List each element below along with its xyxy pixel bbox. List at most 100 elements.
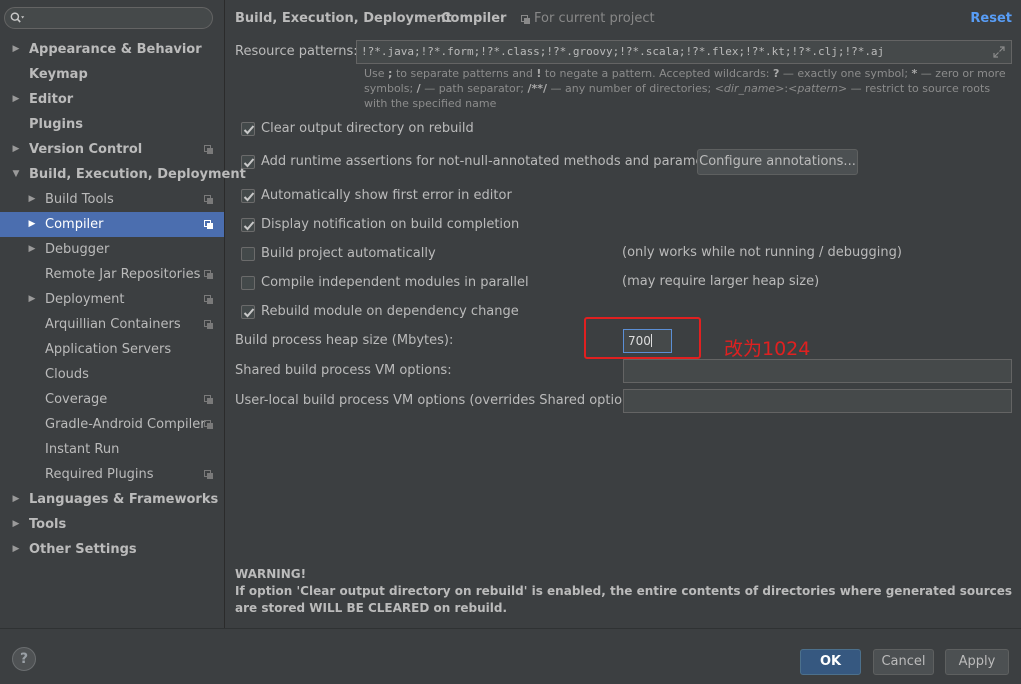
show-first-error-checkbox[interactable]: [241, 189, 255, 203]
breadcrumb-section: Build, Execution, Deployment: [235, 11, 452, 26]
sidebar-item-gradle-android-compiler[interactable]: Gradle-Android Compiler: [0, 412, 224, 437]
warning-message: WARNING! If option 'Clear output directo…: [235, 566, 1015, 617]
sidebar-item-languages-frameworks[interactable]: ▶ Languages & Frameworks: [0, 487, 224, 512]
chevron-right-icon[interactable]: ▶: [26, 237, 38, 262]
configure-annotations-button[interactable]: Configure annotations...: [697, 149, 858, 175]
sidebar-item-instant-run[interactable]: Instant Run: [0, 437, 224, 462]
search-icon: [10, 12, 25, 23]
breadcrumb: Build, Execution, Deployment › Compiler …: [235, 9, 1021, 29]
checkmark-icon: [243, 192, 255, 202]
project-icon: [204, 470, 213, 479]
sidebar-item-label: Application Servers: [45, 342, 172, 357]
sidebar-item-label: Instant Run: [45, 442, 120, 457]
sidebar-item-deployment[interactable]: ▶ Deployment: [0, 287, 224, 312]
sidebar-item-label: Appearance & Behavior: [29, 42, 202, 57]
chevron-right-icon[interactable]: ▶: [10, 137, 22, 162]
sidebar-item-keymap[interactable]: Keymap: [0, 62, 224, 87]
sidebar-item-other-settings[interactable]: ▶ Other Settings: [0, 537, 224, 562]
sidebar-item-label: Languages & Frameworks: [29, 492, 219, 507]
shared-vm-input[interactable]: [623, 359, 1012, 383]
annotation-highlight-box: [584, 317, 701, 359]
sidebar-item-editor[interactable]: ▶ Editor: [0, 87, 224, 112]
settings-tree: ▶ Appearance & Behavior Keymap ▶ Editor Plugi…: [0, 37, 246, 562]
project-icon: [204, 195, 213, 204]
chevron-right-icon[interactable]: ▶: [26, 287, 38, 312]
sidebar-item-compiler[interactable]: ▶ Compiler: [0, 212, 224, 237]
search-input[interactable]: [4, 7, 213, 29]
local-vm-input[interactable]: [623, 389, 1012, 413]
sidebar-item-required-plugins[interactable]: Required Plugins: [0, 462, 224, 487]
show-first-error-label: Automatically show first error in editor: [261, 188, 512, 203]
sidebar-item-label: Editor: [29, 92, 74, 107]
chevron-down-icon[interactable]: ▼: [10, 162, 22, 187]
sidebar-item-version-control[interactable]: ▶ Version Control: [0, 137, 224, 162]
sidebar-item-appearance-behavior[interactable]: ▶ Appearance & Behavior: [0, 37, 224, 62]
warning-body: If option 'Clear output directory on reb…: [235, 584, 1013, 615]
checkmark-icon: [243, 308, 255, 318]
ok-button[interactable]: OK: [800, 649, 861, 675]
project-icon: [521, 15, 530, 24]
cancel-button[interactable]: Cancel: [873, 649, 934, 675]
runtime-assertions-checkbox[interactable]: [241, 155, 255, 169]
chevron-right-icon[interactable]: ▶: [26, 212, 38, 237]
sidebar-item-application-servers[interactable]: Application Servers: [0, 337, 224, 362]
sidebar-item-remote-jar-repositories[interactable]: Remote Jar Repositories: [0, 262, 224, 287]
sidebar-item-arquillian-containers[interactable]: Arquillian Containers: [0, 312, 224, 337]
expand-icon[interactable]: [993, 46, 1005, 58]
build-automatically-checkbox[interactable]: [241, 247, 255, 261]
chevron-right-icon[interactable]: ▶: [10, 537, 22, 562]
project-icon: [204, 220, 213, 229]
sidebar-item-label: Version Control: [29, 142, 143, 157]
sidebar-item-clouds[interactable]: Clouds: [0, 362, 224, 387]
build-automatically-note: (only works while not running / debuggin…: [622, 245, 902, 260]
sidebar-item-label: Debugger: [45, 242, 110, 257]
shared-vm-label: Shared build process VM options:: [235, 363, 452, 378]
rebuild-module-label: Rebuild module on dependency change: [261, 304, 519, 319]
sidebar-item-label: Arquillian Containers: [45, 317, 181, 332]
sidebar-item-label: Plugins: [29, 117, 83, 132]
checkmark-icon: [243, 221, 255, 231]
chevron-right-icon[interactable]: ▶: [10, 37, 22, 62]
runtime-assertions-label: Add runtime assertions for not-null-anno…: [261, 154, 729, 169]
warning-title: WARNING!: [235, 567, 307, 581]
heap-size-label: Build process heap size (Mbytes):: [235, 333, 454, 348]
breadcrumb-separator: ›: [427, 11, 433, 26]
sidebar-item-label: Coverage: [45, 392, 108, 407]
resource-patterns-hint: Use ; to separate patterns and ! to nega…: [364, 67, 1006, 110]
sidebar-item-debugger[interactable]: ▶ Debugger: [0, 237, 224, 262]
sidebar-item-build-tools[interactable]: ▶ Build Tools: [0, 187, 224, 212]
project-icon: [204, 295, 213, 304]
rebuild-module-checkbox[interactable]: [241, 305, 255, 319]
chevron-right-icon[interactable]: ▶: [26, 187, 38, 212]
sidebar-item-label: Tools: [29, 517, 67, 532]
checkmark-icon: [243, 125, 255, 135]
local-vm-label: User-local build process VM options (ove…: [235, 393, 647, 408]
sidebar-item-plugins[interactable]: Plugins: [0, 112, 224, 137]
display-notification-checkbox[interactable]: [241, 218, 255, 232]
project-icon: [204, 270, 213, 279]
chevron-right-icon[interactable]: ▶: [10, 487, 22, 512]
checkmark-icon: [243, 158, 255, 168]
reset-link[interactable]: Reset: [970, 11, 1012, 26]
sidebar-item-tools[interactable]: ▶ Tools: [0, 512, 224, 537]
compile-parallel-label: Compile independent modules in parallel: [261, 275, 529, 290]
sidebar-item-label: Keymap: [29, 67, 88, 82]
resource-patterns-label: Resource patterns:: [235, 44, 358, 59]
compile-parallel-note: (may require larger heap size): [622, 274, 820, 289]
chevron-right-icon[interactable]: ▶: [10, 87, 22, 112]
apply-button[interactable]: Apply: [945, 649, 1009, 675]
clear-output-checkbox[interactable]: [241, 122, 255, 136]
sidebar-item-coverage[interactable]: Coverage: [0, 387, 224, 412]
annotation-text: 改为1024: [724, 338, 811, 360]
sidebar-item-build-execution-deployment[interactable]: ▼ Build, Execution, Deployment: [0, 162, 246, 187]
dialog-footer: ? OK Cancel Apply: [0, 628, 1021, 684]
chevron-right-icon[interactable]: ▶: [10, 512, 22, 537]
sidebar-item-label: Deployment: [45, 292, 125, 307]
compile-parallel-checkbox[interactable]: [241, 276, 255, 290]
help-button[interactable]: ?: [12, 647, 36, 671]
project-icon: [204, 395, 213, 404]
build-automatically-label: Build project automatically: [261, 246, 436, 261]
sidebar-item-label: Clouds: [45, 367, 89, 382]
resource-patterns-input[interactable]: !?*.java;!?*.form;!?*.class;!?*.groovy;!…: [356, 40, 1012, 64]
project-icon: [204, 420, 213, 429]
